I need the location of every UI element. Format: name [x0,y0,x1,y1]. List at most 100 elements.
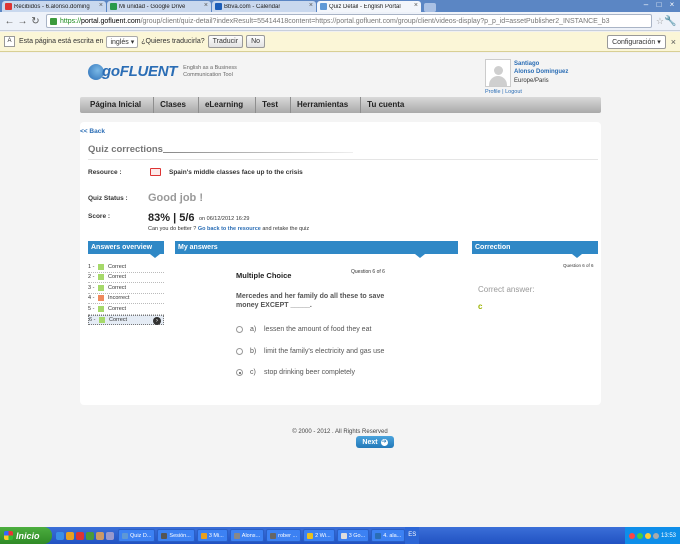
panel-title: Correction [475,244,511,251]
browser-tab-strip: Recibidos - 6.alonso.doming × Mi unidad … [0,0,680,12]
reload-icon[interactable]: ↻ [29,15,42,28]
nav-item-classes[interactable]: Clases [154,97,199,113]
tray-icon[interactable] [636,532,643,539]
app-icon[interactable] [96,531,104,540]
video-resource-icon[interactable] [150,168,161,176]
forward-arrow-icon[interactable]: → [16,15,29,28]
taskbar-item-alonso[interactable]: Alons... [229,529,265,542]
translate-button[interactable]: Traducir [207,35,244,48]
taskbar-item-mi[interactable]: 3 Mi... [196,529,228,542]
configuration-button[interactable]: Configuración ▾ [607,34,666,49]
wrench-icon[interactable]: 🔧 [664,15,677,28]
logout-link[interactable]: Logout [505,89,522,95]
back-link[interactable]: << Back [80,128,105,135]
chrome-icon[interactable] [86,531,94,540]
site-header: goFLUENT English as a Business Communica… [85,53,601,97]
close-icon[interactable]: × [309,2,313,9]
avatar [485,59,511,87]
option-letter: a) [250,326,257,333]
answer-row-3[interactable]: 3 - Correct [88,283,164,294]
system-tray: 13:53 [624,527,680,544]
browser-tab-gmail[interactable]: Recibidos - 6.alonso.doming × [2,1,106,12]
taskbar-item-label: Sesión... [169,532,191,539]
taskbar-item-rober[interactable]: rober ... [266,529,302,542]
next-button[interactable]: Next ➔ [356,436,394,448]
explorer-icon[interactable] [56,531,64,540]
close-icon[interactable]: × [671,37,676,47]
start-button[interactable]: Inicio [0,527,52,544]
resource-title[interactable]: Spain's middle classes face up to the cr… [169,169,303,176]
retry-link[interactable]: Go back to the resource [198,226,261,232]
retry-line: Can you do better ? Go back to the resou… [148,226,309,232]
taskbar-item-label: 4. ala... [383,532,402,539]
nav-item-home[interactable]: Página Inicial [84,97,155,113]
close-icon[interactable]: × [414,2,418,9]
drive-icon [110,3,117,10]
taskbar-item-windows[interactable]: 2 Wi... [303,529,335,542]
nav-item-account[interactable]: Tu cuenta [361,97,416,113]
browser-tab-quiz[interactable]: Quiz Detail - English Portal × [317,1,421,12]
taskbar-item-quiz[interactable]: Quiz D... [118,529,156,542]
correct-marker-icon [98,263,104,270]
radio-c[interactable] [236,369,243,376]
status-label: Quiz Status : [88,195,128,202]
option-c[interactable]: c) stop drinking beer completely [236,369,355,376]
nav-item-tools[interactable]: Herramientas [291,97,362,113]
answer-row-6[interactable]: 6 - Correct › [88,314,164,325]
minimize-icon[interactable]: – [640,0,652,10]
score-label: Score : [88,213,111,220]
gofluent-logo[interactable]: goFLUENT English as a Business Communica… [88,63,245,80]
answer-number: 2 - [88,274,95,281]
outlook-icon[interactable] [66,531,74,540]
taskbar-item-ala[interactable]: 4. ala... [371,529,406,542]
status-value: Good job ! [148,192,203,204]
panel-notch [150,254,160,258]
url-scheme: https:// [60,17,82,25]
option-b[interactable]: b) limit the family's electricity and ga… [236,348,384,355]
tray-icon[interactable] [652,532,659,539]
title-underline [163,152,353,153]
radio-a[interactable] [236,326,243,333]
star-icon[interactable]: ☆ [656,16,664,27]
no-button[interactable]: No [246,35,266,48]
window-close-icon[interactable]: × [666,0,678,10]
tray-icon[interactable] [628,532,635,539]
browser-tab-calendar[interactable]: Bbva.com - Calendar × [212,1,316,12]
nav-item-test[interactable]: Test [256,97,292,113]
new-tab-button[interactable] [424,3,436,12]
taskbar-item-google[interactable]: 3 Go... [336,529,370,542]
brand-tagline: English as a Business Communication Tool [183,64,237,78]
language-indicator[interactable]: ES [405,527,420,544]
media-icon[interactable] [76,531,84,540]
app-icon[interactable] [106,531,114,540]
address-input[interactable]: https://portal.gofluent.com/group/client… [46,14,652,28]
maximize-icon[interactable]: □ [653,0,665,10]
translate-bar: A Esta página está escrita en inglés ▾ ¿… [0,32,680,52]
arrow-right-icon[interactable]: › [153,316,161,325]
answer-row-1[interactable]: 1 - Correct [88,262,164,273]
quiz-content: << Back Quiz corrections Resource : Spai… [80,122,601,448]
language-select[interactable]: inglés ▾ [106,35,139,48]
option-a[interactable]: a) lessen the amount of food they eat [236,326,371,333]
back-arrow-icon[interactable]: ← [3,15,16,28]
page-viewport: goFLUENT English as a Business Communica… [0,53,680,527]
tray-icon[interactable] [644,532,651,539]
answer-row-5[interactable]: 5 - Correct [88,304,164,315]
retry-suffix: and retake the quiz [262,226,310,232]
window-controls: – □ × [639,0,678,10]
taskbar-item-label: 3 Mi... [208,532,224,539]
url-path: /group/client/quiz-detail?indexResult=55… [140,17,610,25]
taskbar-item-session[interactable]: Sesión... [157,529,195,542]
answer-result: Correct [109,316,128,323]
radio-b[interactable] [236,348,243,355]
profile-link[interactable]: Profile [485,89,501,95]
close-icon[interactable]: × [99,2,103,9]
option-letter: c) [250,369,256,376]
nav-item-elearning[interactable]: eLearning [199,97,257,113]
browser-tab-drive[interactable]: Mi unidad - Google Drive × [107,1,211,12]
answer-row-4[interactable]: 4 - Incorrect [88,294,164,304]
window-icon [161,532,168,539]
correct-marker-icon [98,274,104,281]
close-icon[interactable]: × [204,2,208,9]
answer-row-2[interactable]: 2 - Correct [88,273,164,283]
